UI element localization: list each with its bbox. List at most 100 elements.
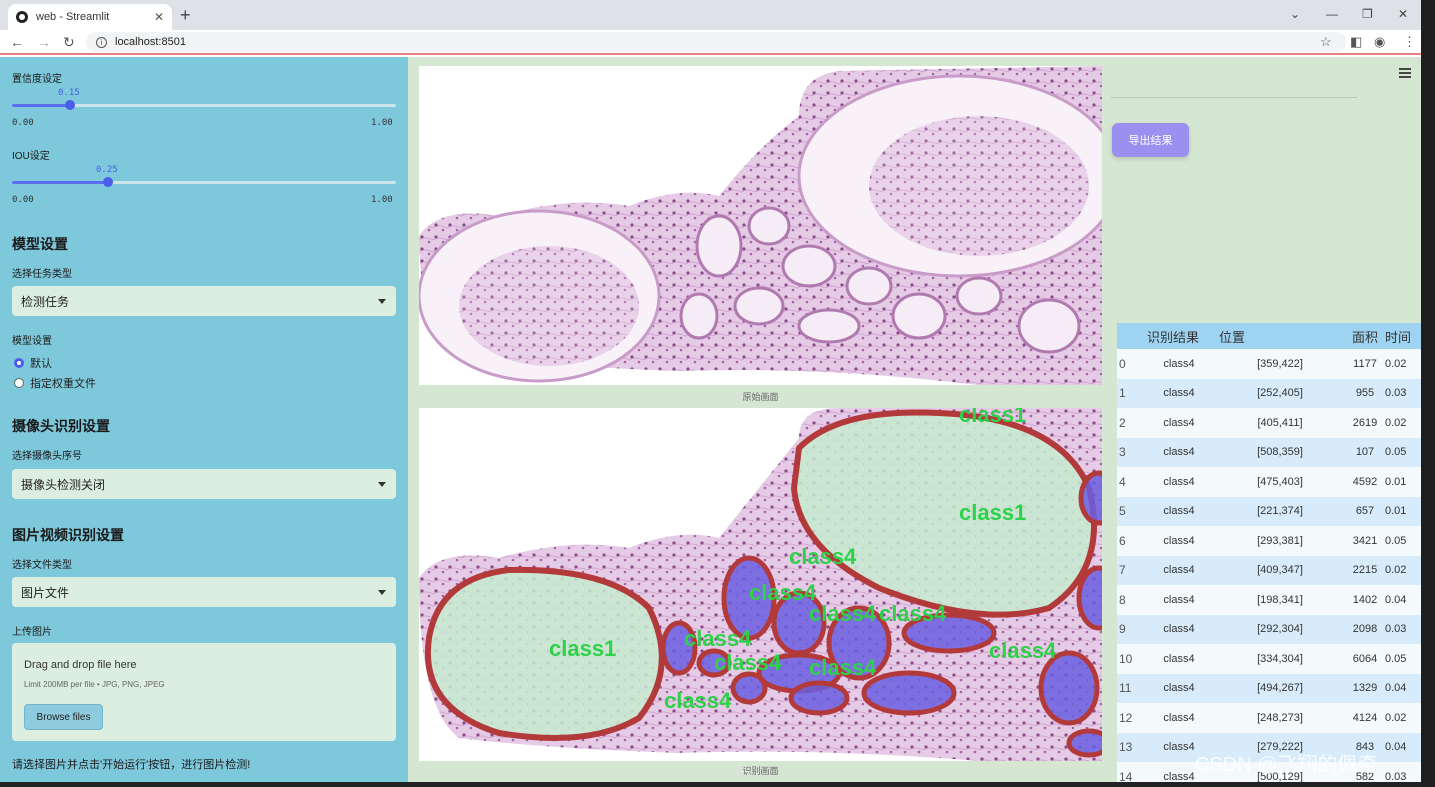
table-cell: [292,304] <box>1257 623 1303 636</box>
table-cell: 3 <box>1119 445 1126 460</box>
iou-slider-thumb[interactable] <box>103 177 113 187</box>
table-cell: 7 <box>1119 563 1126 578</box>
table-cell: class4 <box>1163 475 1195 488</box>
table-row: 6 class4 [293,381] 3421 0.05 <box>1117 526 1421 556</box>
tissue-image <box>419 66 1102 385</box>
table-header-cell: 位置 <box>1219 329 1246 345</box>
iou-slider-fill <box>12 181 108 184</box>
confidence-max: 1.00 <box>371 118 393 128</box>
table-cell: 3421 <box>1352 534 1378 547</box>
tab-strip: web - Streamlit ✕ + ⌄ — ❐ ✕ <box>0 0 1421 30</box>
overlay-label: class1 <box>959 408 1026 427</box>
model-setting-label: 模型设置 <box>12 336 52 347</box>
overlay-label: class1 <box>549 636 616 661</box>
table-cell: 107 <box>1355 446 1375 459</box>
table-cell: 6064 <box>1352 652 1378 665</box>
instruction-text: 请选择图片并点击'开始运行'按钮，进行图片检测! <box>12 759 251 771</box>
url-text: localhost:8501 <box>115 36 186 48</box>
radio-default[interactable]: 默认 <box>14 355 52 371</box>
overlay-label: class4 <box>714 650 782 675</box>
hamburger-menu-icon[interactable] <box>1399 68 1411 80</box>
forward-icon[interactable]: → <box>37 34 51 50</box>
radio-custom-weights[interactable]: 指定权重文件 <box>14 375 96 391</box>
restore-icon[interactable]: ❐ <box>1362 7 1373 21</box>
side-panel-icon[interactable]: ◧ <box>1350 34 1362 50</box>
table-cell: 2619 <box>1352 416 1378 429</box>
original-image <box>419 66 1102 385</box>
profile-icon[interactable]: ◉ <box>1374 34 1385 50</box>
media-section-heading: 图片视频识别设置 <box>12 527 124 543</box>
bookmark-star-icon[interactable]: ☆ <box>1320 34 1332 50</box>
table-header-cell: 面积 <box>1351 329 1378 345</box>
table-header-row: 识别结果 位置 面积 时间 <box>1117 323 1421 349</box>
confidence-slider[interactable] <box>12 100 396 110</box>
table-cell: [221,374] <box>1257 505 1303 518</box>
table-cell: class4 <box>1163 446 1195 459</box>
table-row: 8 class4 [198,341] 1402 0.04 <box>1117 585 1421 615</box>
table-cell: 4592 <box>1352 475 1378 488</box>
table-cell: 0.04 <box>1385 593 1407 606</box>
close-tab-icon[interactable]: ✕ <box>154 10 164 24</box>
iou-slider[interactable] <box>12 177 396 187</box>
table-cell: [475,403] <box>1257 475 1303 488</box>
table-cell: 0.03 <box>1385 623 1407 636</box>
tab-search-icon[interactable]: ⌄ <box>1290 7 1300 21</box>
table-row: 12 class4 [248,273] 4124 0.02 <box>1117 703 1421 733</box>
result-caption: 识别画面 <box>742 766 779 776</box>
model-section-heading: 模型设置 <box>12 236 68 252</box>
table-cell: 657 <box>1355 505 1375 518</box>
table-cell: 0.01 <box>1385 475 1407 488</box>
reload-icon[interactable]: ↻ <box>63 34 75 51</box>
dropzone-limit: Limit 200MB per file • JPG, PNG, JPEG <box>24 680 165 689</box>
table-cell: 2215 <box>1352 564 1378 577</box>
table-row: 1 class4 [252,405] 955 0.03 <box>1117 378 1421 408</box>
main-content: 原始画面 class1class1class1class4class4 <box>408 57 1421 787</box>
table-cell: class4 <box>1163 711 1195 724</box>
original-caption: 原始画面 <box>742 392 779 402</box>
taskbar-edge <box>0 782 1421 787</box>
browse-files-button[interactable]: Browse files <box>24 704 103 730</box>
table-row: 3 class4 [508,359] 107 0.05 <box>1117 437 1421 467</box>
file-type-label: 选择文件类型 <box>12 560 72 571</box>
iou-label: IOU设定 <box>12 151 50 162</box>
camera-index-select[interactable]: 摄像头检测关闭 <box>12 469 396 499</box>
dropzone-title: Drag and drop file here <box>24 659 137 671</box>
sidebar: 置信度设定 0.15 0.00 1.00 IOU设定 0.25 0.00 1.0… <box>0 57 408 787</box>
radio-unselected-icon <box>14 378 24 388</box>
table-row: 4 class4 [475,403] 4592 0.01 <box>1117 467 1421 497</box>
table-cell: 955 <box>1355 387 1375 400</box>
table-cell: [405,411] <box>1257 416 1303 429</box>
site-info-icon[interactable]: i <box>96 36 107 48</box>
table-cell: [334,304] <box>1257 652 1303 665</box>
table-cell: 0.04 <box>1385 682 1407 695</box>
browser-window: web - Streamlit ✕ + ⌄ — ❐ ✕ ← → ↻ i loca… <box>0 0 1421 787</box>
camera-index-label: 选择摄像头序号 <box>12 451 82 462</box>
back-icon[interactable]: ← <box>10 34 24 50</box>
confidence-label: 置信度设定 <box>12 74 62 85</box>
table-cell: 0.02 <box>1385 357 1407 370</box>
url-field[interactable]: i localhost:8501 <box>86 32 1346 52</box>
confidence-slider-thumb[interactable] <box>64 100 75 110</box>
more-menu-icon[interactable]: ⋮ <box>1403 34 1416 50</box>
table-cell: 1177 <box>1353 357 1377 370</box>
close-window-icon[interactable]: ✕ <box>1398 7 1408 21</box>
chevron-down-icon <box>378 590 386 595</box>
browser-tab[interactable]: web - Streamlit ✕ <box>8 4 172 30</box>
chevron-down-icon <box>378 482 386 487</box>
table-cell: [293,381] <box>1257 534 1303 547</box>
results-table: 识别结果 位置 面积 时间 0 class4 [359,422] 1177 0.02 1 class… <box>1117 323 1421 787</box>
new-tab-icon[interactable]: + <box>180 5 191 26</box>
iou-min: 0.00 <box>12 195 34 205</box>
overlay-label: class4 <box>789 544 857 569</box>
table-cell: 2098 <box>1352 623 1378 636</box>
radio-custom-label: 指定权重文件 <box>30 378 96 390</box>
task-type-select[interactable]: 检测任务 <box>12 286 396 316</box>
table-cell: 8 <box>1119 592 1126 607</box>
minimize-icon[interactable]: — <box>1326 7 1338 21</box>
table-cell: class4 <box>1163 387 1195 400</box>
file-dropzone[interactable]: Drag and drop file here Limit 200MB per … <box>12 643 396 741</box>
export-results-button[interactable]: 导出结果 <box>1112 123 1189 157</box>
table-cell: [409,347] <box>1257 564 1303 577</box>
file-type-select[interactable]: 图片文件 <box>12 577 396 607</box>
table-cell: class4 <box>1163 682 1195 695</box>
